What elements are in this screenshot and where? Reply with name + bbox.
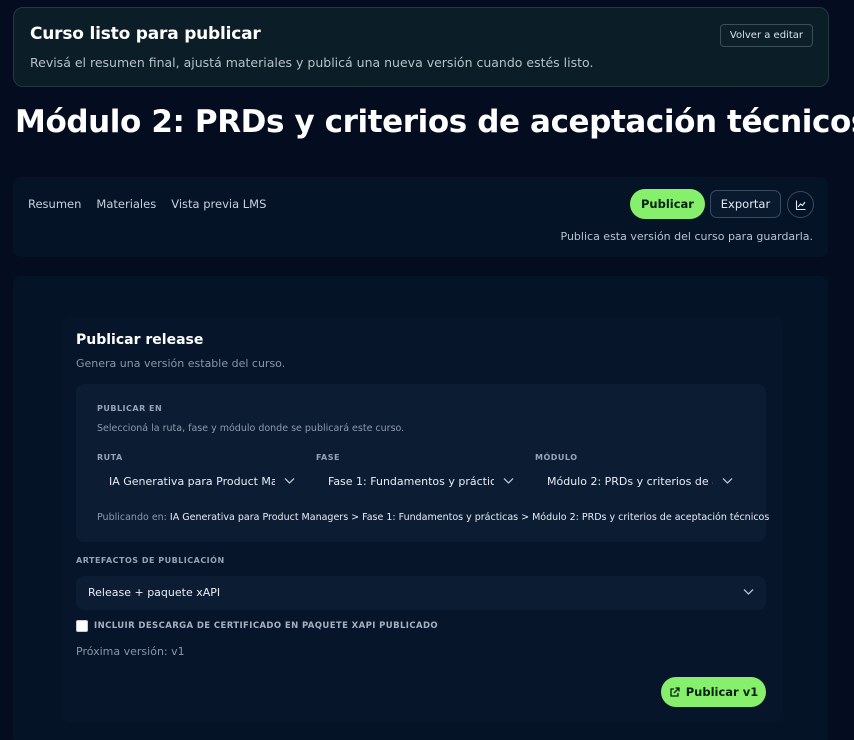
certificate-option: INCLUIR DESCARGA DE CERTIFICADO EN PAQUE… xyxy=(76,620,438,632)
tab-resumen[interactable]: Resumen xyxy=(28,197,81,211)
modulo-select-value: Módulo 2: PRDs y criterios de aceptación… xyxy=(547,475,713,488)
modulo-select[interactable]: Módulo 2: PRDs y criterios de aceptación… xyxy=(535,468,741,496)
fase-label: FASE xyxy=(316,453,340,462)
publish-path-prefix: Publicando en: xyxy=(97,512,167,523)
certificate-checkbox[interactable] xyxy=(76,620,88,632)
tab-materiales[interactable]: Materiales xyxy=(96,197,156,211)
tab-bar: Resumen Materiales Vista previa LMS xyxy=(28,197,266,211)
banner-title: Curso listo para publicar xyxy=(30,24,261,44)
chevron-down-icon xyxy=(722,478,733,484)
fase-select-value: Fase 1: Fundamentos y prácticas xyxy=(328,475,494,488)
modulo-label: MÓDULO xyxy=(535,453,578,462)
export-button[interactable]: Exportar xyxy=(710,190,781,218)
ruta-select[interactable]: IA Generativa para Product Managers xyxy=(97,468,303,496)
page-title: Módulo 2: PRDs y criterios de aceptación… xyxy=(15,104,854,140)
ruta-select-value: IA Generativa para Product Managers xyxy=(109,475,275,488)
fase-select[interactable]: Fase 1: Fundamentos y prácticas xyxy=(316,468,522,496)
publish-v1-button[interactable]: Publicar v1 xyxy=(661,677,766,707)
chevron-down-icon xyxy=(284,478,295,484)
tab-vista-previa-lms[interactable]: Vista previa LMS xyxy=(171,197,266,211)
artifacts-select[interactable]: Release + paquete xAPI xyxy=(76,576,766,610)
ruta-label: RUTA xyxy=(97,453,123,462)
certificate-label[interactable]: INCLUIR DESCARGA DE CERTIFICADO EN PAQUE… xyxy=(94,621,438,631)
publish-v1-label: Publicar v1 xyxy=(685,685,759,699)
artifacts-select-value: Release + paquete xAPI xyxy=(88,586,221,599)
publish-path: Publicando en: IA Generativa para Produc… xyxy=(97,512,769,523)
line-chart-icon xyxy=(795,200,805,210)
artifacts-label: ARTEFACTOS DE PUBLICACIÓN xyxy=(76,556,225,565)
publish-location-description: Seleccioná la ruta, fase y módulo donde … xyxy=(97,423,405,434)
analytics-button[interactable] xyxy=(787,191,814,218)
back-to-edit-button[interactable]: Volver a editar xyxy=(719,24,813,47)
chevron-down-icon xyxy=(503,478,514,484)
publish-path-value: IA Generativa para Product Managers > Fa… xyxy=(169,512,770,523)
release-subtitle: Genera una versión estable del curso. xyxy=(76,357,286,370)
publish-hint: Publica esta versión del curso para guar… xyxy=(560,230,813,243)
ready-banner: Curso listo para publicar Revisá el resu… xyxy=(13,7,829,87)
banner-subtitle: Revisá el resumen final, ajustá material… xyxy=(30,55,594,70)
publish-button[interactable]: Publicar xyxy=(630,189,705,219)
release-title: Publicar release xyxy=(76,332,204,348)
next-version: Próxima versión: v1 xyxy=(76,645,185,658)
publish-location-heading: PUBLICAR EN xyxy=(97,404,163,413)
tabs-card: Resumen Materiales Vista previa LMS Publ… xyxy=(13,177,828,257)
chevron-down-icon xyxy=(743,589,754,595)
external-link-icon xyxy=(670,686,680,697)
